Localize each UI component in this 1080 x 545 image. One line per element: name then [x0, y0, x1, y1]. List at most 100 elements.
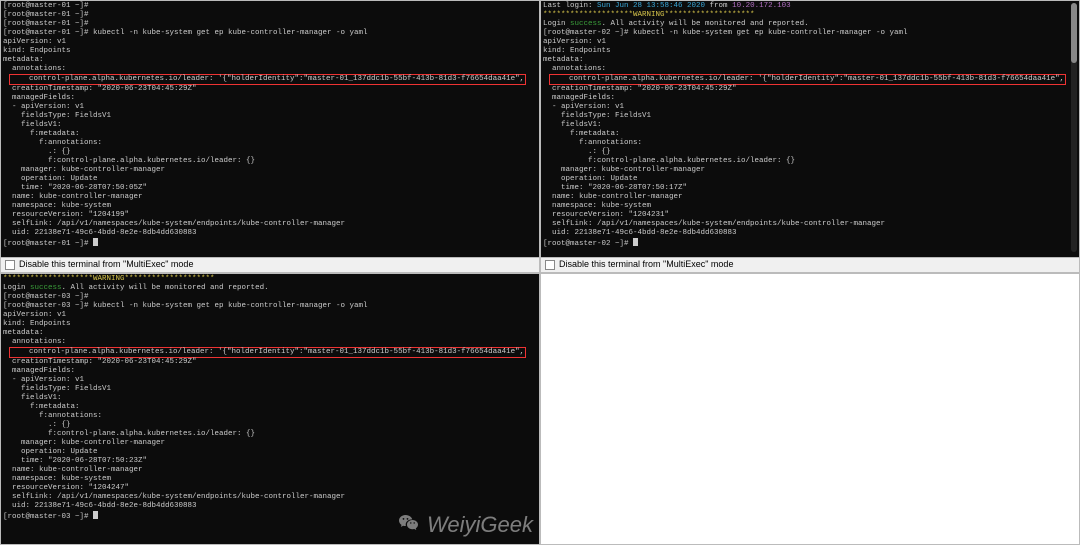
terminal-line: selfLink: /api/v1/namespaces/kube-system…: [3, 220, 537, 229]
multiexec-disable-label: Disable this terminal from "MultiExec" m…: [19, 260, 193, 269]
terminal-line: [root@master-02 ~]# kubectl -n kube-syst…: [543, 29, 1077, 38]
leader-annotation-highlight: control-plane.alpha.kubernetes.io/leader…: [9, 347, 526, 358]
shell-prompt[interactable]: [root@master-01 ~]#: [3, 238, 537, 249]
pane-master-02: Last login: Sun Jun 28 13:58:46 2020 fro…: [540, 0, 1080, 273]
terminal-line: kind: Endpoints: [3, 320, 537, 329]
terminal-line: .: {}: [543, 148, 1077, 157]
login-success-line: Login success. All activity will be moni…: [3, 284, 537, 293]
terminal-line: fieldsV1:: [543, 121, 1077, 130]
multiexec-disable-checkbox[interactable]: [5, 260, 15, 270]
terminal-line: f:control-plane.alpha.kubernetes.io/lead…: [543, 157, 1077, 166]
terminal-line: creationTimestamp: "2020-06-23T04:45:29Z…: [3, 85, 537, 94]
pane-master-01: [root@master-01 ~]#[root@master-01 ~]#[r…: [0, 0, 540, 273]
terminal-line: name: kube-controller-manager: [3, 193, 537, 202]
terminal-line: resourceVersion: "1204247": [3, 484, 537, 493]
terminal-line: apiVersion: v1: [3, 311, 537, 320]
terminal-master-01[interactable]: [root@master-01 ~]#[root@master-01 ~]#[r…: [1, 1, 539, 257]
terminal-line: .: {}: [3, 148, 537, 157]
terminal-line: fieldsType: FieldsV1: [543, 112, 1077, 121]
terminal-line: manager: kube-controller-manager: [3, 166, 537, 175]
terminal-line: annotations:: [543, 65, 1077, 74]
terminal-line: namespace: kube-system: [543, 202, 1077, 211]
terminal-line: time: "2020-06-28T07:50:17Z": [543, 184, 1077, 193]
terminal-line: uid: 22138e71-49c6-4bdd-8e2e-8db4dd63088…: [3, 502, 537, 511]
terminal-line: - apiVersion: v1: [543, 103, 1077, 112]
cursor: [93, 511, 98, 519]
terminal-line: fieldsType: FieldsV1: [3, 385, 537, 394]
terminal-line: f:metadata:: [543, 130, 1077, 139]
terminal-line: uid: 22138e71-49c6-4bdd-8e2e-8db4dd63088…: [3, 229, 537, 238]
pane-empty: [540, 273, 1080, 545]
login-success-line: Login success. All activity will be moni…: [543, 20, 1077, 29]
terminal-line: .: {}: [3, 421, 537, 430]
terminal-line: f:control-plane.alpha.kubernetes.io/lead…: [3, 157, 537, 166]
terminal-line: managedFields:: [3, 367, 537, 376]
terminal-line: creationTimestamp: "2020-06-23T04:45:29Z…: [3, 358, 537, 367]
terminal-line: f:control-plane.alpha.kubernetes.io/lead…: [3, 430, 537, 439]
warning-banner: ********************WARNING*************…: [3, 275, 537, 284]
terminal-line: selfLink: /api/v1/namespaces/kube-system…: [543, 220, 1077, 229]
terminal-line: name: kube-controller-manager: [543, 193, 1077, 202]
multiexec-footer-1: Disable this terminal from "MultiExec" m…: [1, 257, 539, 272]
terminal-line: [root@master-01 ~]#: [3, 2, 537, 11]
terminal-line: namespace: kube-system: [3, 475, 537, 484]
terminal-line: managedFields:: [3, 94, 537, 103]
terminal-line: time: "2020-06-28T07:50:05Z": [3, 184, 537, 193]
terminal-line: manager: kube-controller-manager: [543, 166, 1077, 175]
terminal-line: creationTimestamp: "2020-06-23T04:45:29Z…: [543, 85, 1077, 94]
terminal-line: time: "2020-06-28T07:50:23Z": [3, 457, 537, 466]
terminal-line: managedFields:: [543, 94, 1077, 103]
terminal-line: metadata:: [3, 329, 537, 338]
pane-grid: [root@master-01 ~]#[root@master-01 ~]#[r…: [0, 0, 1080, 545]
terminal-line: uid: 22138e71-49c6-4bdd-8e2e-8db4dd63088…: [543, 229, 1077, 238]
cursor: [633, 238, 638, 246]
multiexec-disable-label: Disable this terminal from "MultiExec" m…: [559, 260, 733, 269]
warning-banner: ********************WARNING*************…: [543, 11, 1077, 20]
terminal-line: f:metadata:: [3, 130, 537, 139]
multiexec-footer-2: Disable this terminal from "MultiExec" m…: [541, 257, 1079, 272]
terminal-line: kind: Endpoints: [3, 47, 537, 56]
terminal-line: [root@master-01 ~]#: [3, 11, 537, 20]
terminal-line: f:metadata:: [3, 403, 537, 412]
terminal-master-03[interactable]: ********************WARNING*************…: [1, 274, 539, 545]
terminal-line: operation: Update: [3, 448, 537, 457]
terminal-line: f:annotations:: [3, 139, 537, 148]
multiexec-disable-checkbox[interactable]: [545, 260, 555, 270]
terminal-line: namespace: kube-system: [3, 202, 537, 211]
terminal-line: kind: Endpoints: [543, 47, 1077, 56]
terminal-line: [root@master-01 ~]#: [3, 20, 537, 29]
terminal-line: annotations:: [3, 65, 537, 74]
terminal-line: fieldsV1:: [3, 121, 537, 130]
terminal-line: apiVersion: v1: [3, 38, 537, 47]
terminal-line: manager: kube-controller-manager: [3, 439, 537, 448]
shell-prompt[interactable]: [root@master-02 ~]#: [543, 238, 1077, 249]
terminal-line: operation: Update: [543, 175, 1077, 184]
terminal-line: resourceVersion: "1204231": [543, 211, 1077, 220]
terminal-line: f:annotations:: [3, 412, 537, 421]
terminal-line: operation: Update: [3, 175, 537, 184]
leader-annotation-highlight: control-plane.alpha.kubernetes.io/leader…: [9, 74, 526, 85]
terminal-line: apiVersion: v1: [543, 38, 1077, 47]
pane-master-03: ********************WARNING*************…: [0, 273, 540, 545]
cursor: [93, 238, 98, 246]
leader-annotation-highlight: control-plane.alpha.kubernetes.io/leader…: [549, 74, 1066, 85]
terminal-line: selfLink: /api/v1/namespaces/kube-system…: [3, 493, 537, 502]
scrollbar-thumb[interactable]: [1071, 3, 1077, 63]
terminal-line: fieldsType: FieldsV1: [3, 112, 537, 121]
scrollbar[interactable]: [1071, 3, 1077, 252]
terminal-line: [root@master-03 ~]# kubectl -n kube-syst…: [3, 302, 537, 311]
terminal-line: annotations:: [3, 338, 537, 347]
terminal-line: metadata:: [3, 56, 537, 65]
terminal-master-02[interactable]: Last login: Sun Jun 28 13:58:46 2020 fro…: [541, 1, 1079, 257]
terminal-line: resourceVersion: "1204199": [3, 211, 537, 220]
shell-prompt[interactable]: [root@master-03 ~]#: [3, 511, 537, 522]
terminal-line: - apiVersion: v1: [3, 103, 537, 112]
terminal-line: fieldsV1:: [3, 394, 537, 403]
terminal-line: [root@master-01 ~]# kubectl -n kube-syst…: [3, 29, 537, 38]
terminal-line: - apiVersion: v1: [3, 376, 537, 385]
terminal-line: f:annotations:: [543, 139, 1077, 148]
last-login-line: Last login: Sun Jun 28 13:58:46 2020 fro…: [543, 2, 1077, 11]
terminal-line: [root@master-03 ~]#: [3, 293, 537, 302]
terminal-line: metadata:: [543, 56, 1077, 65]
terminal-line: name: kube-controller-manager: [3, 466, 537, 475]
